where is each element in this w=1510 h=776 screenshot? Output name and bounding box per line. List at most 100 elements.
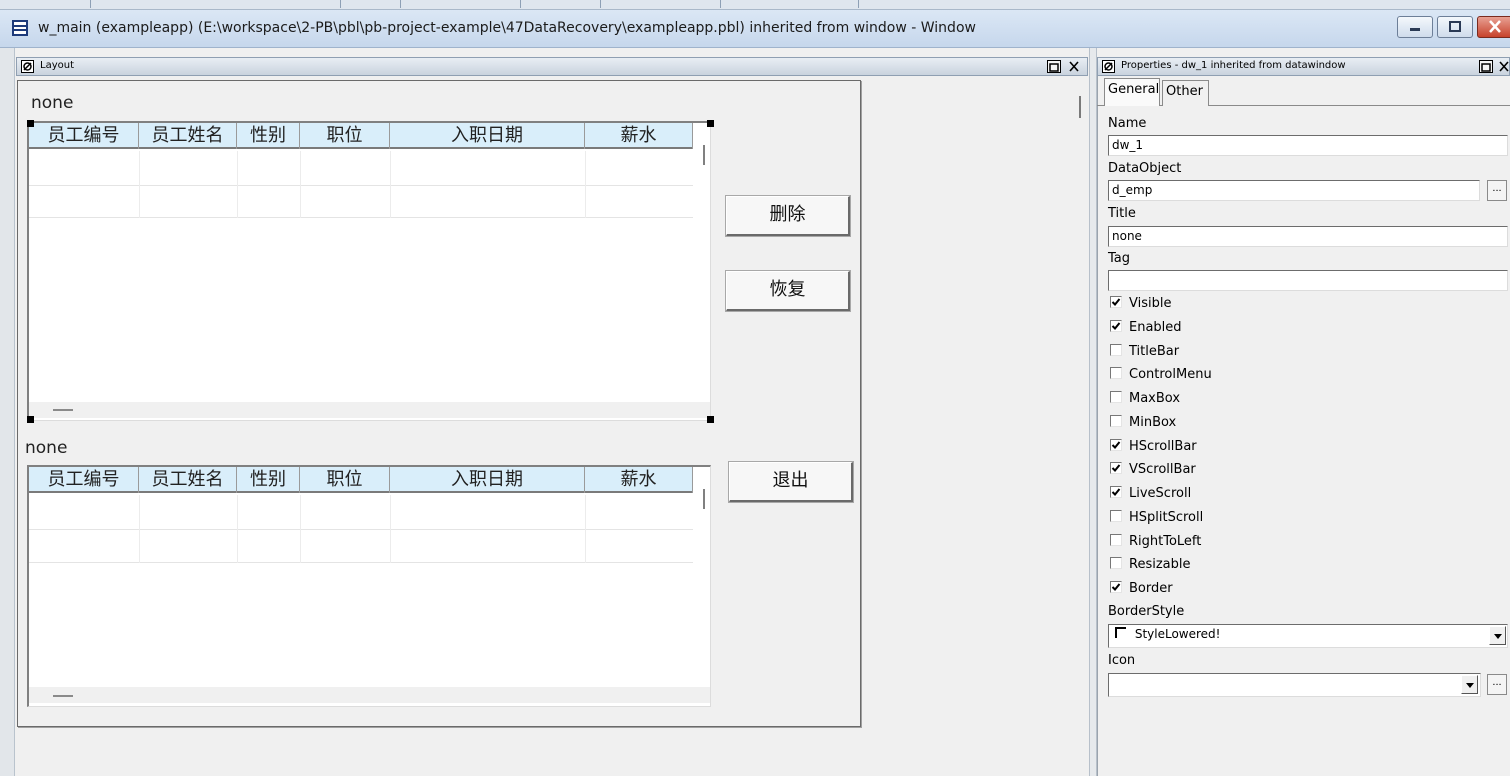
col-divider bbox=[390, 495, 391, 563]
checkbox-checked-icon[interactable] bbox=[1110, 462, 1122, 475]
col-divider bbox=[139, 495, 140, 563]
checkbox-checked-icon[interactable] bbox=[1110, 319, 1122, 332]
icon-browse-button[interactable]: ... bbox=[1487, 674, 1507, 695]
checkbox-label: Resizable bbox=[1129, 557, 1191, 573]
selection-handle[interactable] bbox=[27, 416, 34, 423]
checkbox-checked-icon[interactable] bbox=[1110, 438, 1122, 451]
checkbox-livescroll[interactable]: LiveScroll bbox=[1110, 486, 1191, 504]
selection-handle[interactable] bbox=[27, 120, 34, 127]
delete-button[interactable]: 删除 bbox=[725, 195, 851, 237]
toolbar-fragment bbox=[400, 0, 401, 8]
window-title: w_main (exampleapp) (E:\workspace\2-PB\p… bbox=[38, 20, 976, 36]
checkbox-controlmenu[interactable]: ControlMenu bbox=[1110, 367, 1212, 385]
vscroll-stub[interactable] bbox=[703, 489, 705, 509]
checkbox-hsplitscroll[interactable]: HSplitScroll bbox=[1110, 509, 1204, 528]
checkbox-label: HScrollBar bbox=[1129, 438, 1197, 454]
row-divider bbox=[29, 562, 693, 563]
checkbox-maxbox[interactable]: MaxBox bbox=[1110, 391, 1180, 409]
col-divider bbox=[585, 495, 586, 563]
datawindow-dw2[interactable]: 员工编号 员工姓名 性别 职位 入职日期 薪水 bbox=[27, 465, 711, 707]
checkbox-righttoleft[interactable]: RightToLeft bbox=[1110, 533, 1201, 552]
col-header: 员工编号 bbox=[29, 467, 139, 493]
restore-icon bbox=[1049, 63, 1059, 72]
col-divider bbox=[237, 151, 238, 218]
borderstyle-select[interactable]: StyleLowered! bbox=[1108, 624, 1508, 648]
checkbox-checked-icon[interactable] bbox=[1110, 486, 1122, 498]
col-header: 员工姓名 bbox=[139, 467, 237, 493]
checkbox-unchecked-icon[interactable] bbox=[1110, 367, 1122, 380]
toolbar-fragment bbox=[600, 0, 601, 8]
title-field[interactable]: none bbox=[1108, 226, 1508, 247]
checkbox-unchecked-icon[interactable] bbox=[1110, 533, 1122, 546]
col-header: 入职日期 bbox=[390, 467, 585, 493]
col-header: 性别 bbox=[237, 467, 300, 493]
layout-maximize-button[interactable] bbox=[1047, 60, 1061, 73]
checkbox-label: MinBox bbox=[1129, 414, 1177, 430]
checkbox-vscrollbar[interactable]: VScrollBar bbox=[1110, 462, 1196, 480]
pane-splitter[interactable] bbox=[1089, 48, 1097, 776]
selection-handle[interactable] bbox=[707, 416, 714, 423]
toolbar-fragment bbox=[720, 0, 721, 8]
icon-dropdown-button[interactable] bbox=[1461, 675, 1478, 694]
checkbox-unchecked-icon[interactable] bbox=[1110, 414, 1122, 427]
tag-label: Tag bbox=[1108, 251, 1131, 266]
checkbox-checked-icon[interactable] bbox=[1110, 581, 1122, 593]
checkbox-unchecked-icon[interactable] bbox=[1110, 509, 1122, 522]
maximize-button[interactable] bbox=[1437, 16, 1473, 38]
restore-icon bbox=[1481, 63, 1491, 72]
hscroll-stub[interactable] bbox=[53, 409, 73, 411]
checkbox-label: HSplitScroll bbox=[1129, 509, 1204, 525]
minimize-button[interactable] bbox=[1397, 16, 1433, 38]
dataobject-browse-button[interactable]: ... bbox=[1487, 180, 1507, 201]
borderstyle-dropdown-button[interactable] bbox=[1489, 626, 1506, 645]
close-icon bbox=[1069, 61, 1079, 72]
checkbox-unchecked-icon[interactable] bbox=[1110, 557, 1122, 570]
col-header: 薪水 bbox=[585, 123, 693, 149]
properties-icon bbox=[1102, 60, 1115, 73]
tag-field[interactable] bbox=[1108, 270, 1508, 291]
layout-close-button[interactable] bbox=[1068, 60, 1082, 73]
checkbox-unchecked-icon[interactable] bbox=[1110, 343, 1122, 356]
restore-button[interactable]: 恢复 bbox=[725, 270, 851, 312]
checkbox-resizable[interactable]: Resizable bbox=[1110, 557, 1190, 575]
checkbox-unchecked-icon[interactable] bbox=[1110, 391, 1122, 403]
layout-vscroll-stub[interactable] bbox=[1079, 96, 1081, 118]
col-header: 职位 bbox=[300, 123, 390, 149]
checkbox-titlebar[interactable]: TitleBar bbox=[1110, 343, 1179, 362]
layout-pane-title: Layout bbox=[40, 60, 74, 71]
window-icon bbox=[12, 20, 28, 36]
close-icon bbox=[1499, 61, 1509, 72]
checkbox-visible[interactable]: Visible bbox=[1110, 296, 1171, 314]
properties-maximize-button[interactable] bbox=[1479, 60, 1493, 73]
name-field[interactable]: dw_1 bbox=[1108, 135, 1508, 156]
col-divider bbox=[300, 495, 301, 563]
border-style-icon bbox=[1115, 627, 1126, 638]
dw1-title: none bbox=[31, 93, 74, 113]
checkbox-minbox[interactable]: MinBox bbox=[1110, 414, 1177, 433]
checkbox-hscrollbar[interactable]: HScrollBar bbox=[1110, 438, 1197, 457]
borderstyle-value: StyleLowered! bbox=[1134, 627, 1221, 641]
tab-general[interactable]: General bbox=[1104, 78, 1160, 106]
selection-handle[interactable] bbox=[707, 120, 714, 127]
close-button[interactable] bbox=[1477, 16, 1510, 38]
icon-select[interactable] bbox=[1108, 673, 1481, 697]
col-divider bbox=[390, 151, 391, 218]
properties-pane-title: Properties - dw_1 inherited from datawin… bbox=[1121, 60, 1346, 71]
datawindow-dw1[interactable]: 员工编号 员工姓名 性别 职位 入职日期 薪水 bbox=[27, 121, 711, 421]
exit-button[interactable]: 退出 bbox=[728, 461, 854, 503]
checkbox-border[interactable]: Border bbox=[1110, 581, 1173, 599]
checkbox-checked-icon[interactable] bbox=[1110, 296, 1122, 308]
checkbox-label: MaxBox bbox=[1129, 391, 1181, 406]
dataobject-field[interactable]: d_emp bbox=[1108, 180, 1480, 201]
borderstyle-label: BorderStyle bbox=[1108, 604, 1185, 619]
checkbox-label: VScrollBar bbox=[1129, 462, 1196, 478]
col-header: 薪水 bbox=[585, 467, 693, 493]
checkbox-enabled[interactable]: Enabled bbox=[1110, 319, 1182, 338]
hscroll-stub[interactable] bbox=[53, 695, 73, 697]
top-toolbar-strip bbox=[0, 0, 1510, 10]
properties-close-button[interactable] bbox=[1498, 60, 1510, 73]
tab-other[interactable]: Other bbox=[1162, 80, 1209, 106]
vscroll-stub[interactable] bbox=[703, 145, 705, 165]
hscroll-area bbox=[29, 687, 710, 703]
icon-label: Icon bbox=[1108, 653, 1136, 668]
